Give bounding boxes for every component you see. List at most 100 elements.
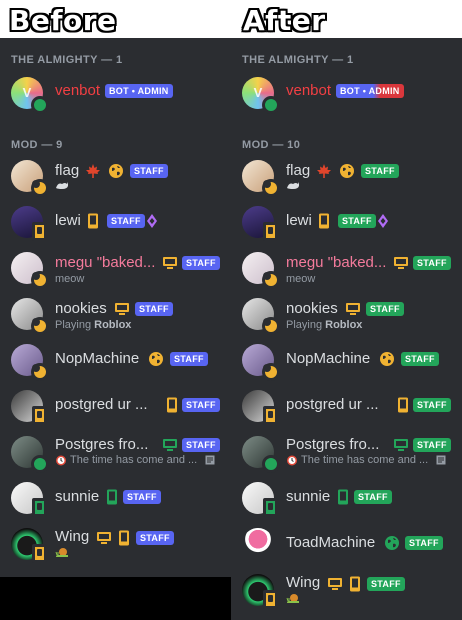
staff-badge: STAFF: [338, 214, 376, 228]
member-name: megu "baked...: [55, 254, 156, 271]
idle-status-icon: [31, 363, 49, 381]
phone-icon: [119, 530, 129, 546]
mobile-status-icon: [32, 406, 47, 425]
phone-icon: [107, 489, 117, 505]
staff-badge: STAFF: [170, 352, 208, 366]
activity-prefix: Playing: [286, 319, 326, 331]
member-name: megu "baked...: [286, 254, 387, 271]
staff-badge: STAFF: [405, 536, 443, 550]
member-name: NopMachine: [286, 350, 371, 367]
member-name: venbot: [55, 82, 101, 99]
desktop-icon: [394, 439, 408, 451]
online-status-icon: [262, 96, 280, 114]
phone-icon: [350, 576, 360, 592]
member-name: ToadMachine: [286, 534, 376, 551]
desktop-icon: [394, 257, 408, 269]
member-flag[interactable]: flag STAFF: [231, 154, 462, 197]
member-name: Postgres fro...: [286, 436, 380, 453]
note-icon: [205, 455, 215, 465]
snail-icon: [55, 548, 68, 557]
bot-admin-badge: BOT • ADMIN: [336, 84, 404, 98]
member-sunnie[interactable]: sunnie STAFF: [0, 476, 231, 518]
staff-badge: STAFF: [413, 438, 451, 452]
desktop-icon: [346, 303, 360, 315]
member-name: lewi: [55, 212, 81, 229]
bot-admin-badge: BOT • ADMIN: [105, 84, 173, 98]
globe-icon: [109, 164, 123, 178]
member-status-text: meow: [286, 273, 316, 285]
member-name: sunnie: [55, 488, 100, 505]
member-postgred[interactable]: postgred ur ... STAFF: [0, 384, 231, 426]
staff-badge: STAFF: [123, 490, 161, 504]
globe-icon: [340, 164, 354, 178]
idle-status-icon: [262, 363, 280, 381]
black-corner: [0, 577, 231, 620]
section-almighty: THE ALMIGHTY — 1: [242, 54, 354, 66]
member-lewi[interactable]: lewi STAFF: [231, 200, 462, 242]
staff-badge: STAFF: [182, 256, 220, 270]
globe-icon: [380, 352, 394, 366]
member-postgres[interactable]: Postgres fro... STAFF The time has come …: [231, 430, 462, 473]
online-status-icon: [262, 455, 280, 473]
member-name: nookies: [55, 300, 107, 317]
member-name: venbot: [286, 82, 332, 99]
member-venbot[interactable]: V venbot BOT • ADMIN: [231, 71, 462, 114]
member-nopmachine[interactable]: NopMachine STAFF: [0, 338, 231, 381]
member-activity-text: Playing Roblox: [286, 319, 362, 331]
staff-badge: STAFF: [182, 438, 220, 452]
phone-icon: [398, 397, 408, 413]
member-name: Postgres fro...: [55, 436, 149, 453]
member-venbot[interactable]: V venbot BOT • ADMIN: [0, 71, 231, 114]
desktop-icon: [163, 439, 177, 451]
mobile-status-icon: [32, 544, 47, 563]
member-wing[interactable]: Wing STAFF: [231, 568, 462, 610]
member-postgres[interactable]: Postgres fro... STAFF The time has come …: [0, 430, 231, 473]
activity-game: Roblox: [325, 319, 363, 331]
member-wing[interactable]: Wing STAFF: [0, 522, 231, 564]
member-status-text: The time has come and ...: [301, 454, 429, 466]
mobile-status-icon: [263, 222, 278, 241]
maple-leaf-icon: [317, 164, 331, 178]
member-nookies[interactable]: nookies STAFF Playing Roblox: [0, 292, 231, 335]
desktop-icon: [163, 257, 177, 269]
mobile-status-icon: [263, 498, 278, 517]
member-flag[interactable]: flag STAFF: [0, 154, 231, 197]
avatar: [242, 528, 274, 560]
mobile-status-icon: [32, 222, 47, 241]
staff-badge: STAFF: [401, 352, 439, 366]
member-sunnie[interactable]: sunnie STAFF: [231, 476, 462, 518]
before-member-list: THE ALMIGHTY — 1 V venbot BOT • ADMIN MO…: [0, 38, 231, 577]
member-name: Wing: [286, 574, 321, 591]
staff-badge: STAFF: [354, 490, 392, 504]
online-status-icon: [31, 96, 49, 114]
member-name: flag: [55, 162, 80, 179]
staff-badge: STAFF: [182, 398, 220, 412]
member-activity-text: Playing Roblox: [55, 319, 131, 331]
idle-status-icon: [31, 317, 49, 335]
staff-badge: STAFF: [136, 531, 174, 545]
online-status-icon: [31, 455, 49, 473]
staff-badge: STAFF: [107, 214, 145, 228]
member-nopmachine[interactable]: NopMachine STAFF: [231, 338, 462, 381]
globe-icon: [149, 352, 163, 366]
alarm-clock-icon: [287, 455, 297, 466]
snail-icon: [286, 594, 299, 603]
idle-status-icon: [31, 271, 49, 289]
cat-icon: [56, 182, 68, 189]
staff-badge: STAFF: [130, 164, 168, 178]
staff-badge: STAFF: [413, 398, 451, 412]
member-lewi[interactable]: lewi STAFF: [0, 200, 231, 242]
member-postgred[interactable]: postgred ur ... STAFF: [231, 384, 462, 426]
desktop-icon: [97, 532, 111, 544]
idle-status-icon: [262, 179, 280, 197]
member-megu[interactable]: megu "baked... STAFF meow: [0, 246, 231, 289]
member-name: sunnie: [286, 488, 331, 505]
member-toadmachine[interactable]: ToadMachine STAFF: [231, 522, 462, 564]
member-status-text: The time has come and ...: [70, 454, 198, 466]
member-nookies[interactable]: nookies STAFF Playing Roblox: [231, 292, 462, 335]
member-megu[interactable]: megu "baked... STAFF meow: [231, 246, 462, 289]
note-icon: [436, 455, 446, 465]
member-name: nookies: [286, 300, 338, 317]
staff-badge: STAFF: [367, 577, 405, 591]
after-member-list: THE ALMIGHTY — 1 V venbot BOT • ADMIN MO…: [231, 38, 462, 620]
